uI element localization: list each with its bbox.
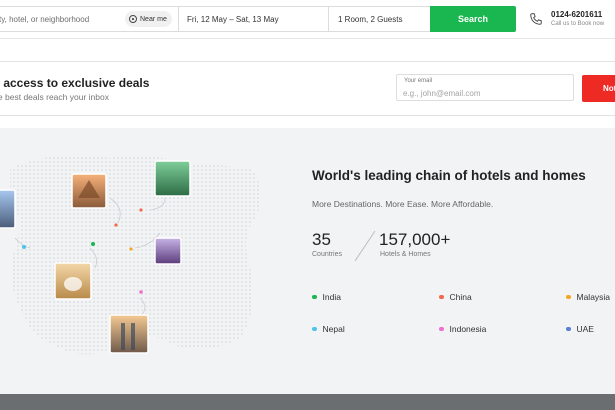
- country-item[interactable]: China: [439, 292, 472, 302]
- country-dot: [312, 294, 317, 300]
- country-dot: [566, 294, 571, 300]
- country-item[interactable]: Malaysia: [566, 292, 610, 302]
- country-dot: [439, 294, 444, 300]
- city-search-field: Near me: [0, 6, 178, 32]
- room-guest-label: 1 Room, 2 Guests: [338, 15, 403, 24]
- email-input[interactable]: [403, 87, 567, 99]
- city-search-input[interactable]: [0, 7, 124, 31]
- stat-divider: [354, 230, 376, 262]
- notify-button[interactable]: Notify: [582, 75, 615, 102]
- near-me-label: Near me: [140, 15, 167, 23]
- country-dot: [439, 326, 444, 332]
- date-range-label: Fri, 12 May – Sat, 13 May: [187, 15, 279, 24]
- email-label: Your email: [404, 78, 433, 84]
- country-dot: [566, 326, 571, 332]
- hero-section: World's leading chain of hotels and home…: [0, 128, 615, 394]
- country-name: Malaysia: [576, 292, 611, 302]
- stat-hotels-label: Hotels & Homes: [380, 251, 431, 258]
- search-bar: Near me Fri, 12 May – Sat, 13 May 1 Room…: [0, 0, 615, 39]
- hero-title: World's leading chain of hotels and home…: [312, 168, 586, 183]
- room-guest-picker[interactable]: 1 Room, 2 Guests: [329, 6, 430, 32]
- phone-caption: Call us to Book now: [551, 21, 605, 27]
- world-map-illustration: [0, 154, 262, 355]
- country-name: China: [449, 292, 472, 302]
- country-name: Nepal: [322, 324, 345, 334]
- notify-label: Notify: [603, 84, 615, 93]
- location-target-icon: [129, 15, 137, 23]
- stat-countries-value: 35: [312, 230, 331, 249]
- country-item[interactable]: Indonesia: [439, 324, 486, 334]
- stat-countries-label: Countries: [312, 251, 342, 258]
- phone-number[interactable]: 0124-6201611: [551, 10, 602, 19]
- date-range-picker[interactable]: Fri, 12 May – Sat, 13 May: [178, 6, 329, 32]
- deals-subtitle: Only the best deals reach your inbox: [0, 92, 109, 102]
- deals-title: Get access to exclusive deals: [0, 76, 150, 90]
- search-button[interactable]: Search: [430, 6, 516, 32]
- country-item[interactable]: UAE: [566, 324, 594, 334]
- country-name: UAE: [576, 324, 594, 334]
- country-name: Indonesia: [449, 324, 487, 334]
- hero-subtitle: More Destinations. More Ease. More Affor…: [312, 199, 494, 209]
- phone-icon: [530, 13, 542, 25]
- deals-signup: Get access to exclusive deals Only the b…: [0, 61, 615, 116]
- email-field: Your email: [396, 74, 574, 101]
- footer-band: [0, 394, 615, 410]
- near-me-button[interactable]: Near me: [125, 11, 172, 27]
- stat-hotels-value: 157,000+: [379, 230, 451, 249]
- country-name: India: [322, 292, 341, 302]
- country-item[interactable]: India: [312, 292, 341, 302]
- country-item[interactable]: Nepal: [312, 324, 345, 334]
- country-dot: [312, 326, 317, 332]
